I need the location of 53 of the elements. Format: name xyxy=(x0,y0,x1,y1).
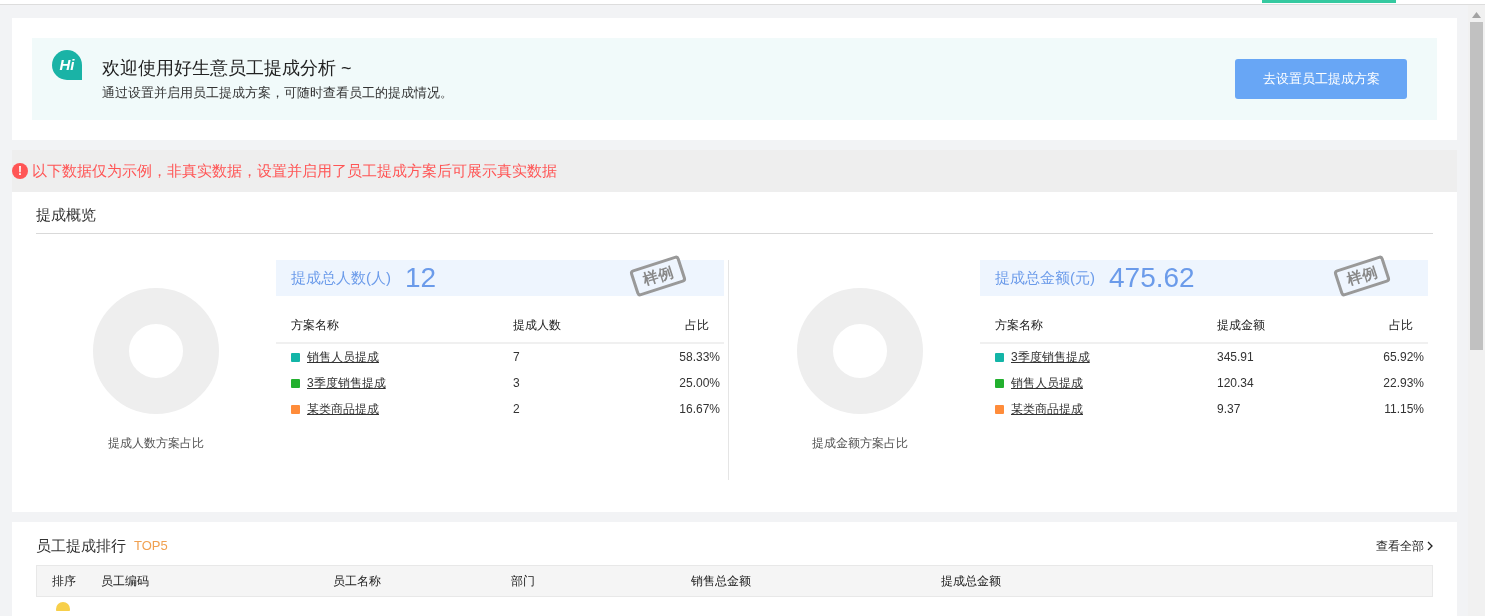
plan-link[interactable]: 销售人员提成 xyxy=(1011,374,1083,392)
table-cell-text: 25.00% xyxy=(678,375,720,392)
table-cell-text: 3 xyxy=(513,375,521,392)
table-cell-text: 11.15% xyxy=(1383,401,1424,418)
column-header: 占比 xyxy=(1388,317,1413,334)
section-title: 提成概览 xyxy=(36,205,96,225)
medal-icon xyxy=(55,601,71,611)
column-header: 销售总金额 xyxy=(690,573,752,590)
column-header: 提成人数 xyxy=(513,317,562,334)
table-cell-text: 9.37 xyxy=(1217,401,1242,418)
sample-stamp: 样例 xyxy=(1332,254,1392,298)
table-cell-text: 2 xyxy=(513,401,521,418)
column-header: 员工名称 xyxy=(332,573,382,590)
welcome-subtitle: 通过设置并启用员工提成方案，可随时查看员工的提成情况。 xyxy=(102,84,454,102)
total-value: 475.62 xyxy=(1109,263,1195,293)
table-cell-text: 65.92% xyxy=(1382,349,1424,366)
warning-icon: ! xyxy=(12,163,28,179)
plan-link[interactable]: 3季度销售提成 xyxy=(307,374,386,392)
table-cell-text: 120.34 xyxy=(1217,375,1255,392)
welcome-title: 欢迎使用好生意员工提成分析 ~ xyxy=(102,57,353,80)
column-header: 方案名称 xyxy=(291,317,340,334)
column-header: 占比 xyxy=(684,317,709,334)
total-label: 提成总金额(元) xyxy=(995,267,1095,288)
column-header: 部门 xyxy=(510,573,536,590)
plan-link[interactable]: 某类商品提成 xyxy=(1011,400,1083,418)
scrollbar-thumb[interactable] xyxy=(1470,22,1483,350)
total-value: 12 xyxy=(405,263,437,293)
sample-stamp: 样例 xyxy=(628,254,688,298)
top-tag: TOP5 xyxy=(134,536,168,556)
active-tab-indicator[interactable] xyxy=(1262,0,1396,3)
table-cell-text: 58.33% xyxy=(678,349,720,366)
chart-caption: 提成人数方案占比 xyxy=(108,435,204,452)
table-cell-text: 7 xyxy=(513,349,521,366)
column-header: 员工编码 xyxy=(100,573,150,590)
table-cell-text: 345.91 xyxy=(1217,349,1255,366)
notice-text: 以下数据仅为示例，非真实数据，设置并启用了员工提成方案后可展示真实数据 xyxy=(32,160,557,181)
column-header: 提成金额 xyxy=(1217,317,1266,334)
table-cell-text: 16.67% xyxy=(678,401,720,418)
section-title: 员工提成排行 xyxy=(36,535,126,556)
total-label: 提成总人数(人) xyxy=(291,267,391,288)
column-header: 方案名称 xyxy=(995,317,1044,334)
table-cell-text: 22.93% xyxy=(1382,375,1424,392)
scroll-up-icon[interactable] xyxy=(1472,12,1481,18)
column-header: 提成总金额 xyxy=(940,573,1002,590)
plan-link[interactable]: 3季度销售提成 xyxy=(1011,348,1090,366)
column-header: 排序 xyxy=(51,573,77,590)
chevron-right-icon xyxy=(1427,541,1433,551)
plan-link[interactable]: 销售人员提成 xyxy=(307,348,379,366)
plan-link[interactable]: 某类商品提成 xyxy=(307,400,379,418)
hi-badge: Hi xyxy=(52,50,82,80)
view-all-link[interactable]: 查看全部 xyxy=(1376,537,1433,555)
scrollbar[interactable] xyxy=(1468,5,1485,616)
chart-caption: 提成金额方案占比 xyxy=(812,435,908,452)
